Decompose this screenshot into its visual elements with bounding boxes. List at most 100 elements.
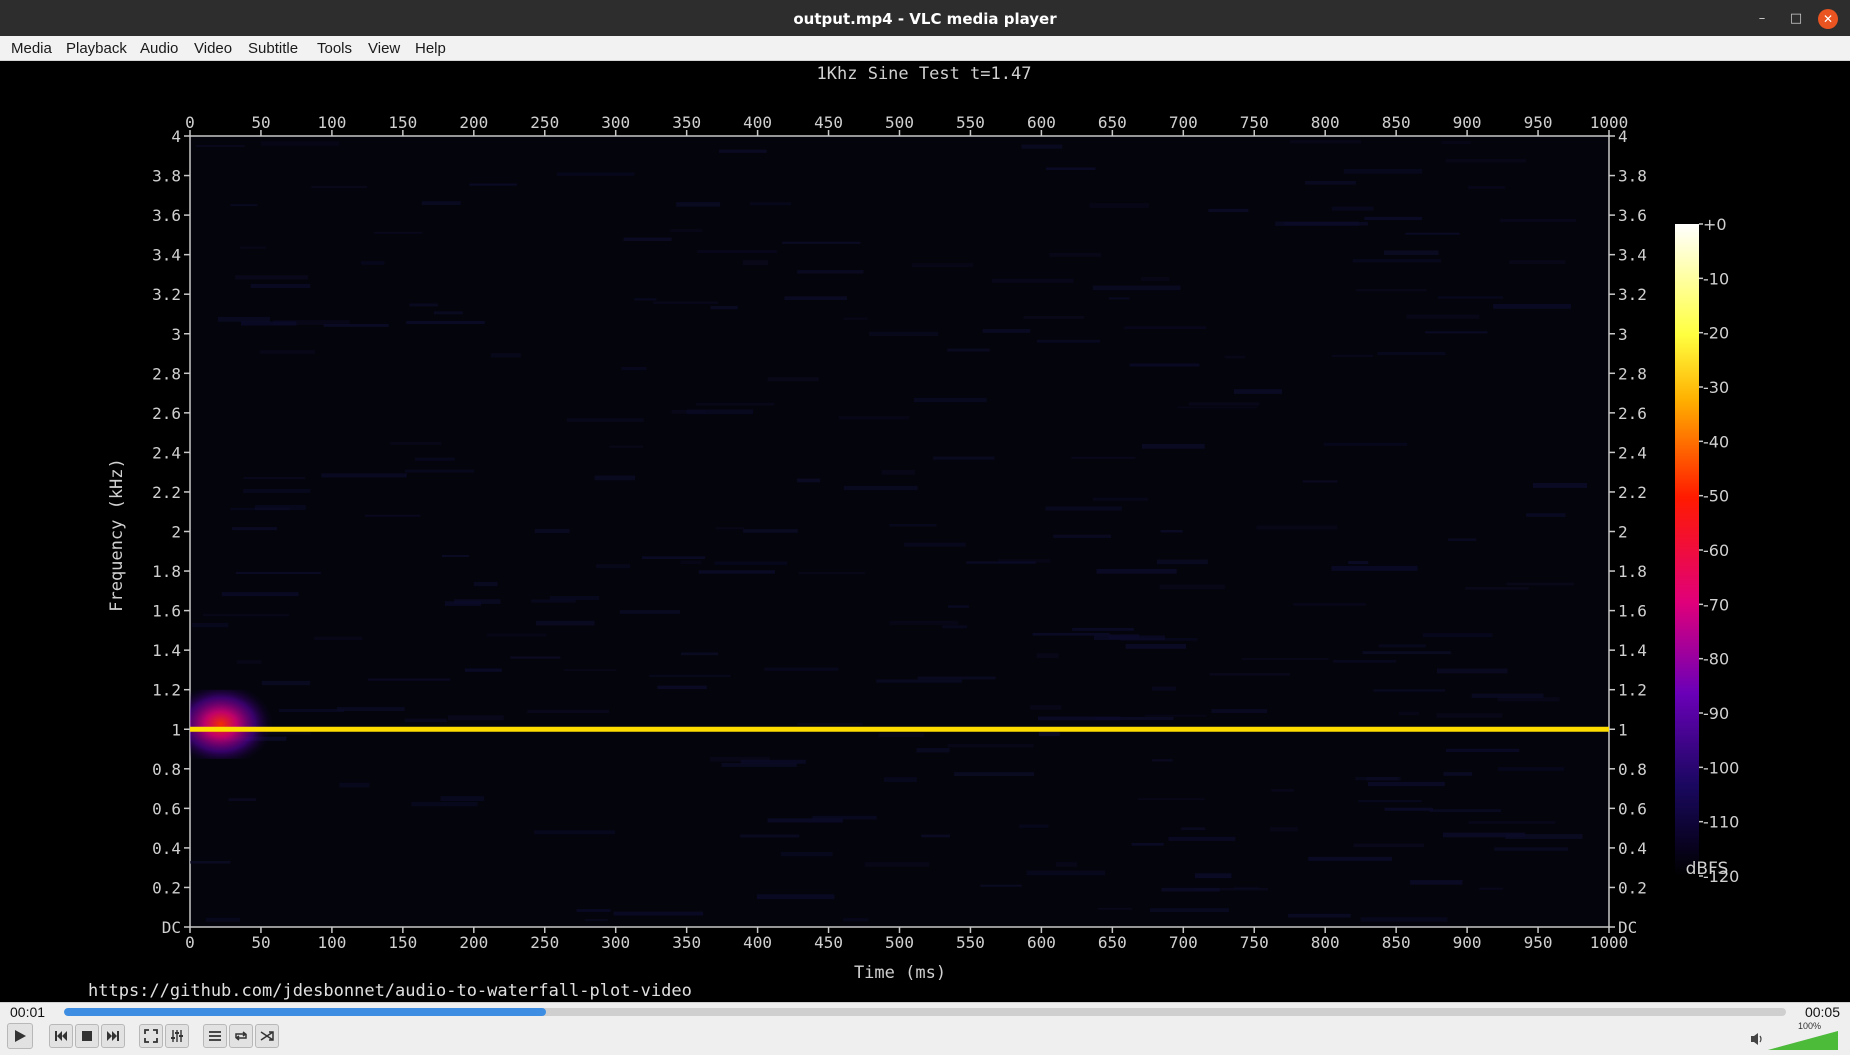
noise-streak	[982, 329, 1031, 333]
equalizer-icon	[171, 1030, 183, 1042]
stop-button[interactable]	[75, 1024, 99, 1048]
menu-help[interactable]: Help	[415, 40, 446, 57]
noise-streak	[405, 469, 475, 473]
y-tick-label-left: 1.8	[152, 562, 181, 581]
noise-streak	[596, 564, 631, 569]
noise-streak	[236, 660, 262, 664]
y-tick-label-right: 0.4	[1618, 839, 1647, 858]
skip-back-icon	[55, 1031, 67, 1041]
x-tick-label-bottom: 450	[814, 933, 843, 952]
noise-streak	[676, 202, 721, 207]
playlist-icon	[209, 1031, 221, 1041]
x-tick-label-bottom: 850	[1382, 933, 1411, 952]
next-button[interactable]	[101, 1024, 125, 1048]
play-button[interactable]	[7, 1023, 33, 1049]
y-axis-label: Frequency (kHz)	[107, 458, 127, 612]
noise-streak	[1441, 141, 1471, 145]
noise-streak	[889, 523, 937, 527]
noise-streak	[876, 679, 962, 683]
noise-streak	[1398, 711, 1419, 716]
maximize-button[interactable]: □	[1786, 9, 1806, 29]
previous-button[interactable]	[49, 1024, 73, 1048]
noise-streak	[406, 320, 485, 325]
noise-streak	[1270, 827, 1298, 832]
x-tick-label-top: 150	[388, 113, 417, 132]
colorbar-tick-label: -10	[1703, 269, 1729, 288]
menu-audio[interactable]: Audio	[140, 40, 178, 57]
shuffle-button[interactable]	[255, 1024, 279, 1048]
stop-icon	[82, 1031, 92, 1041]
noise-streak	[447, 715, 504, 721]
volume-slider[interactable]	[1768, 1031, 1840, 1051]
noise-streak	[1405, 232, 1460, 235]
noise-streak	[1333, 659, 1396, 663]
fullscreen-button[interactable]	[139, 1024, 163, 1048]
noise-streak	[433, 311, 463, 315]
noise-streak	[780, 852, 833, 857]
y-tick-label-left: 3.2	[152, 285, 181, 304]
noise-streak	[1141, 277, 1170, 282]
noise-streak	[1108, 634, 1140, 640]
noise-streak	[367, 678, 451, 681]
playlist-button[interactable]	[203, 1024, 227, 1048]
noise-streak	[1144, 714, 1207, 717]
noise-streak	[1289, 140, 1362, 144]
menu-tools[interactable]: Tools	[317, 40, 352, 57]
noise-streak	[634, 298, 657, 301]
noise-streak	[1497, 767, 1565, 771]
menu-video[interactable]: Video	[194, 40, 232, 57]
extended-settings-button[interactable]	[165, 1024, 189, 1048]
noise-streak	[764, 667, 839, 671]
x-axis-label: Time (ms)	[854, 963, 946, 983]
minimize-button[interactable]: –	[1752, 9, 1772, 29]
noise-streak	[1151, 759, 1173, 762]
noise-streak	[594, 475, 636, 481]
x-tick-label-bottom: 900	[1453, 933, 1482, 952]
close-button[interactable]: ✕	[1818, 9, 1838, 29]
menu-media[interactable]: Media	[11, 40, 52, 57]
shuffle-icon	[260, 1031, 274, 1041]
volume-control[interactable]: 100%	[1750, 1021, 1840, 1051]
noise-streak	[889, 620, 958, 625]
y-tick-label-left: DC	[162, 918, 181, 937]
chart-title: 1Khz Sine Test t=1.47	[817, 64, 1032, 84]
y-tick-label-right: 2.4	[1618, 443, 1647, 462]
noise-streak	[217, 316, 270, 322]
noise-streak	[1149, 908, 1229, 913]
menu-view[interactable]: View	[368, 40, 400, 57]
window-title: output.mp4 - VLC media player	[793, 10, 1057, 28]
y-tick-label-left: 4	[171, 127, 181, 146]
noise-streak	[409, 303, 438, 307]
noise-streak	[657, 685, 707, 690]
x-tick-label-top: 500	[885, 113, 914, 132]
noise-streak	[464, 668, 502, 672]
noise-streak	[1429, 809, 1502, 813]
noise-streak	[1161, 887, 1220, 892]
video-area[interactable]: 1Khz Sine Test t=1.47 0 50 100 150 200 250 300…	[0, 61, 1850, 1002]
noise-streak	[1046, 167, 1096, 171]
noise-streak	[948, 605, 969, 608]
noise-streak	[534, 528, 570, 534]
x-tick-label-bottom: 250	[530, 933, 559, 952]
noise-streak	[323, 323, 389, 327]
x-tick-label-bottom: 600	[1027, 933, 1056, 952]
y-tick-label-left: 1.6	[152, 602, 181, 621]
noise-streak	[1493, 303, 1571, 309]
onset-burst	[190, 689, 278, 759]
menu-playback[interactable]: Playback	[66, 40, 127, 57]
noise-streak	[527, 709, 610, 713]
menu-subtitle[interactable]: Subtitle	[248, 40, 298, 57]
noise-streak	[441, 554, 469, 557]
y-tick-label-left: 3.8	[152, 167, 181, 186]
y-tick-label-right: 3.8	[1618, 167, 1647, 186]
noise-streak	[1479, 887, 1504, 890]
loop-button[interactable]	[229, 1024, 253, 1048]
noise-streak	[473, 581, 498, 587]
noise-streak	[1367, 781, 1445, 787]
noise-streak	[1467, 186, 1505, 189]
seek-slider[interactable]	[64, 1008, 1786, 1016]
noise-streak	[904, 542, 966, 547]
noise-streak	[1055, 862, 1078, 867]
y-tick-label-right: 2.8	[1618, 364, 1647, 383]
noise-streak	[1096, 568, 1177, 574]
